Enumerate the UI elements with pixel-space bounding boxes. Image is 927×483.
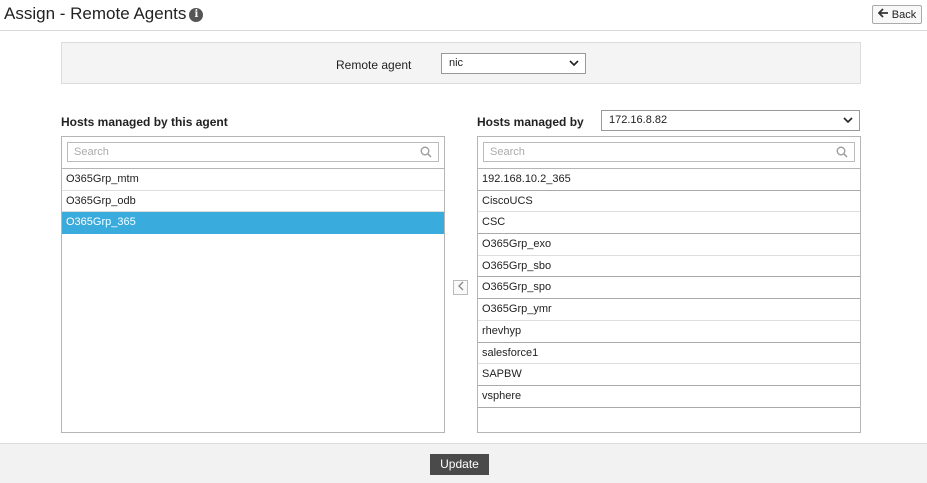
list-item-selected[interactable]: O365Grp_365 [62, 212, 444, 235]
list-item[interactable]: vsphere [478, 386, 860, 408]
list-item[interactable]: O365Grp_odb [62, 191, 444, 213]
back-button-label: Back [891, 8, 917, 21]
search-icon [836, 146, 848, 158]
page-title: Assign - Remote Agents i [4, 4, 204, 24]
remote-agent-value: nic [449, 57, 464, 69]
page-title-text: Assign - Remote Agents [4, 4, 187, 23]
right-items: 192.168.10.2_365 CiscoUCS CSC O365Grp_ex… [478, 168, 860, 408]
move-left-button[interactable] [453, 280, 468, 295]
left-list-title: Hosts managed by this agent [61, 115, 228, 129]
left-search-input[interactable]: Search [67, 142, 439, 162]
page-footer: Update [0, 443, 927, 483]
host-select[interactable]: 172.16.8.82 [601, 110, 860, 131]
remote-agent-select[interactable]: nic [441, 53, 586, 74]
list-item[interactable]: O365Grp_ymr [478, 299, 860, 321]
list-item[interactable]: O365Grp_exo [478, 234, 860, 256]
left-search-placeholder: Search [74, 146, 109, 158]
list-item[interactable]: O365Grp_sbo [478, 256, 860, 278]
right-search-placeholder: Search [490, 146, 525, 158]
chevron-down-icon [569, 54, 579, 80]
list-item[interactable]: rhevhyp [478, 321, 860, 343]
left-host-list: Search O365Grp_mtm O365Grp_odb O365Grp_3… [61, 136, 445, 433]
list-item[interactable]: O365Grp_mtm [62, 169, 444, 191]
chevron-down-icon [843, 111, 853, 137]
list-item[interactable]: salesforce1 [478, 343, 860, 365]
search-icon [420, 146, 432, 158]
list-item[interactable]: CSC [478, 212, 860, 235]
list-item[interactable]: 192.168.10.2_365 [478, 169, 860, 191]
info-circle-icon[interactable]: i [189, 8, 204, 22]
list-item[interactable]: SAPBW [478, 364, 860, 386]
list-item[interactable]: CiscoUCS [478, 191, 860, 213]
remote-agent-panel: Remote agent nic [61, 42, 861, 84]
right-search-input[interactable]: Search [483, 142, 855, 162]
right-host-list: Search 192.168.10.2_365 CiscoUCS CSC O36… [477, 136, 861, 433]
host-select-value: 172.16.8.82 [609, 114, 668, 126]
remote-agent-label: Remote agent [336, 58, 412, 72]
chevron-left-icon [457, 281, 463, 291]
list-item[interactable]: O365Grp_spo [478, 277, 860, 300]
left-items: O365Grp_mtm O365Grp_odb O365Grp_365 [62, 168, 444, 235]
back-button[interactable]: Back [872, 5, 922, 24]
right-list-title: Hosts managed by [477, 115, 584, 129]
page-header: Assign - Remote Agents i Back [0, 0, 927, 31]
update-button[interactable]: Update [430, 454, 489, 475]
back-arrow-icon [877, 8, 889, 21]
